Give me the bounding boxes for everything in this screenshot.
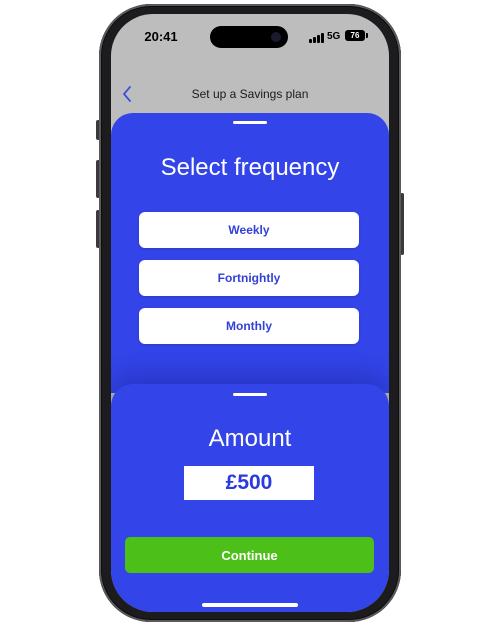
frequency-option-monthly[interactable]: Monthly xyxy=(139,308,359,344)
status-bar: 20:41 5G 76 xyxy=(111,14,389,58)
phone-frame: 20:41 5G 76 Set up a Savings plan Select… xyxy=(99,4,401,622)
sheet-grabber[interactable] xyxy=(233,393,267,396)
frequency-option-fortnightly[interactable]: Fortnightly xyxy=(139,260,359,296)
chevron-left-icon xyxy=(123,86,131,102)
frequency-sheet: Select frequency Weekly Fortnightly Mont… xyxy=(111,113,389,393)
home-indicator xyxy=(202,603,298,607)
back-button[interactable] xyxy=(117,80,143,108)
network-type: 5G xyxy=(327,31,341,42)
frequency-sheet-title: Select frequency xyxy=(160,154,340,181)
phone-screen: 20:41 5G 76 Set up a Savings plan Select… xyxy=(111,14,389,612)
amount-input[interactable] xyxy=(184,466,314,500)
frequency-option-weekly[interactable]: Weekly xyxy=(139,212,359,248)
status-time: 20:41 xyxy=(144,29,178,44)
camera-icon xyxy=(271,32,281,42)
battery-tip xyxy=(366,33,368,38)
page-title: Set up a Savings plan xyxy=(191,87,309,101)
nav-bar: Set up a Savings plan xyxy=(111,80,389,110)
amount-sheet-title: Amount xyxy=(208,425,292,452)
sheet-grabber[interactable] xyxy=(233,121,267,124)
signal-icon xyxy=(309,33,325,43)
continue-button[interactable]: Continue xyxy=(125,537,374,573)
amount-sheet: Amount Continue xyxy=(111,384,389,612)
dynamic-island xyxy=(210,26,288,48)
battery-icon: 76 xyxy=(345,30,365,41)
